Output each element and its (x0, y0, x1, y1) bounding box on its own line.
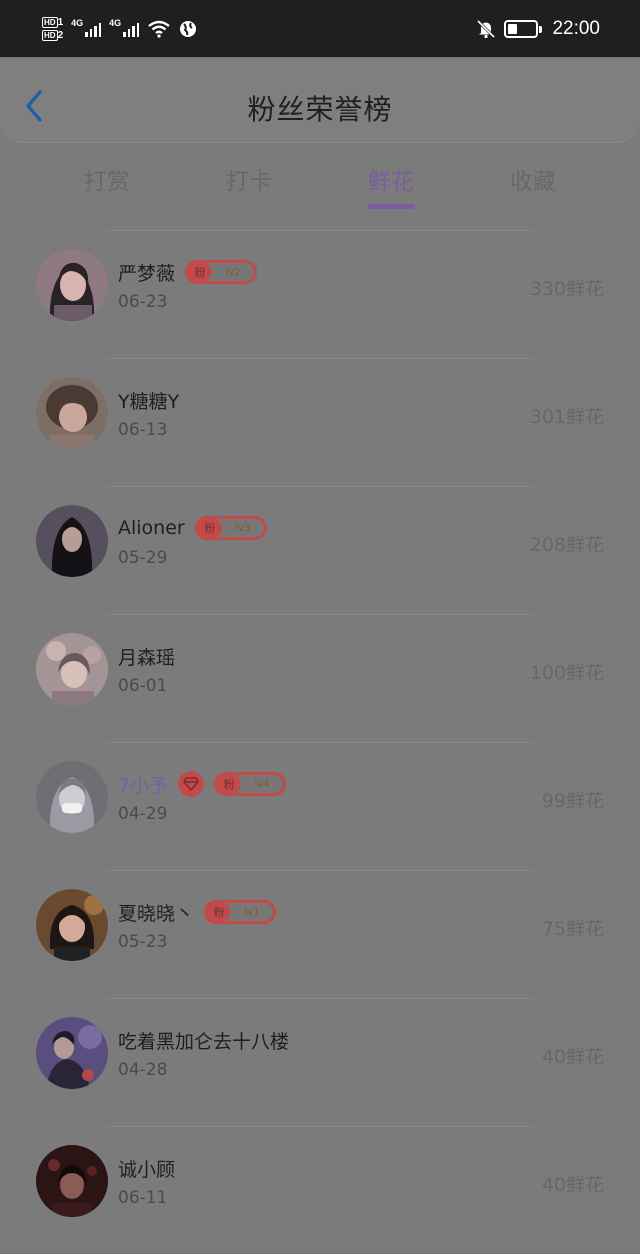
list-item[interactable]: 诚小顾 06-11 40鲜花 (0, 1126, 640, 1254)
flower-count: 75鲜花 (541, 918, 604, 940)
fan-name: 月森瑶 (118, 646, 176, 669)
name-line: Alioner 粉 lv3 (118, 514, 267, 542)
wifi-icon (148, 20, 170, 38)
fan-name: 夏晓晓丶 (118, 902, 195, 925)
fan-name: Alioner (118, 517, 185, 539)
avatar[interactable] (36, 633, 108, 705)
fan-name: 吃着黑加仑去十八楼 (118, 1030, 290, 1053)
avatar[interactable] (36, 377, 108, 449)
fan-level-badge: 粉 lv2 (185, 260, 258, 284)
name-line: 夏晓晓丶 粉 lv1 (118, 898, 277, 926)
signal-icon (85, 21, 102, 37)
status-bar: HD 1 HD 2 4G 4G 22:00 (0, 0, 640, 58)
fan-level-badge: 粉 lv3 (194, 516, 267, 540)
active-tab-indicator (367, 204, 415, 209)
fan-level-badge: 粉 lv1 (204, 900, 277, 924)
battery-icon (504, 20, 543, 38)
fan-badge-char: 粉 (197, 519, 222, 537)
avatar[interactable] (36, 505, 108, 577)
bell-muted-icon (477, 19, 496, 39)
page-title: 粉丝荣誉榜 (247, 93, 393, 126)
avatar[interactable] (36, 249, 108, 321)
list-item[interactable]: 月森瑶 06-01 100鲜花 (0, 614, 640, 742)
header-bar: 粉丝荣誉榜 (0, 58, 640, 142)
fan-level: lv1 (244, 906, 260, 918)
tab-tips[interactable]: 打赏 (67, 162, 147, 196)
name-line: 7小予 粉 lv4 (118, 770, 287, 798)
fan-date: 04-28 (118, 1060, 168, 1080)
fan-level: lv4 (254, 778, 270, 790)
fan-date: 06-01 (118, 676, 168, 696)
list-item[interactable]: Y糖糖Y 06-13 301鲜花 (0, 358, 640, 486)
divider (106, 486, 534, 487)
divider (106, 614, 534, 615)
divider (106, 358, 534, 359)
fan-name: 严梦薇 (118, 262, 176, 285)
flower-count: 99鲜花 (541, 790, 604, 812)
avatar[interactable] (36, 1017, 108, 1089)
tab-checkin[interactable]: 打卡 (209, 162, 289, 196)
list-item[interactable]: 吃着黑加仑去十八楼 04-28 40鲜花 (0, 998, 640, 1126)
name-line: 月森瑶 (118, 642, 175, 670)
flower-count: 40鲜花 (541, 1174, 604, 1196)
fan-badge-char: 粉 (188, 263, 213, 281)
fan-date: 06-13 (118, 420, 168, 440)
fan-level: lv2 (225, 266, 241, 278)
flower-count: 330鲜花 (529, 278, 604, 300)
signal-icon (123, 21, 140, 37)
status-left: HD 1 HD 2 4G 4G (42, 16, 197, 41)
flower-count: 301鲜花 (529, 406, 604, 428)
fan-badge-char: 粉 (207, 903, 232, 921)
tab-flowers[interactable]: 鲜花 (351, 162, 431, 196)
flower-count: 100鲜花 (529, 662, 604, 684)
divider (106, 998, 534, 999)
fan-level: lv3 (235, 522, 251, 534)
fan-date: 06-11 (118, 1188, 168, 1208)
divider (106, 870, 534, 871)
fan-date: 05-29 (118, 548, 168, 568)
network-type-2: 4G (109, 18, 122, 28)
fan-name: 诚小顾 (118, 1158, 176, 1181)
avatar[interactable] (36, 761, 108, 833)
list-item[interactable]: 7小予 粉 lv4 04-29 99鲜花 (0, 742, 640, 870)
globe-icon (180, 21, 197, 37)
fan-list: 严梦薇 粉 lv2 06-23 330鲜花 Y糖糖Y 06-13 301鲜花 A… (0, 230, 640, 1254)
name-line: 诚小顾 (118, 1154, 175, 1182)
fan-level-badge: 粉 lv4 (214, 772, 287, 796)
fan-date: 04-29 (118, 804, 168, 824)
list-item[interactable]: Alioner 粉 lv3 05-29 208鲜花 (0, 486, 640, 614)
diamond-icon (178, 771, 205, 797)
fan-badge-char: 粉 (217, 775, 242, 793)
name-line: 严梦薇 粉 lv2 (118, 258, 258, 286)
clock: 22:00 (552, 18, 600, 39)
divider (106, 230, 534, 231)
sim2-indicator: HD 2 (42, 29, 64, 41)
tab-favorites[interactable]: 收藏 (493, 162, 573, 196)
status-right: 22:00 (476, 18, 600, 40)
list-item[interactable]: 夏晓晓丶 粉 lv1 05-23 75鲜花 (0, 870, 640, 998)
fan-name: 7小予 (118, 774, 169, 797)
flower-count: 208鲜花 (529, 534, 604, 556)
flower-count: 40鲜花 (541, 1046, 604, 1068)
network-type-1: 4G (71, 18, 84, 28)
avatar[interactable] (36, 889, 108, 961)
fan-date: 05-23 (118, 932, 168, 952)
name-line: 吃着黑加仑去十八楼 (118, 1026, 289, 1054)
fan-date: 06-23 (118, 292, 168, 312)
sim-indicators: HD 1 HD 2 (42, 16, 64, 41)
divider (106, 1126, 534, 1127)
name-line: Y糖糖Y (118, 386, 179, 414)
list-item[interactable]: 严梦薇 粉 lv2 06-23 330鲜花 (0, 230, 640, 358)
tab-bar: 打赏 打卡 鲜花 收藏 (0, 142, 640, 222)
avatar[interactable] (36, 1145, 108, 1217)
sim1-indicator: HD 1 (42, 16, 64, 28)
fan-name: Y糖糖Y (118, 390, 180, 413)
divider (106, 742, 534, 743)
